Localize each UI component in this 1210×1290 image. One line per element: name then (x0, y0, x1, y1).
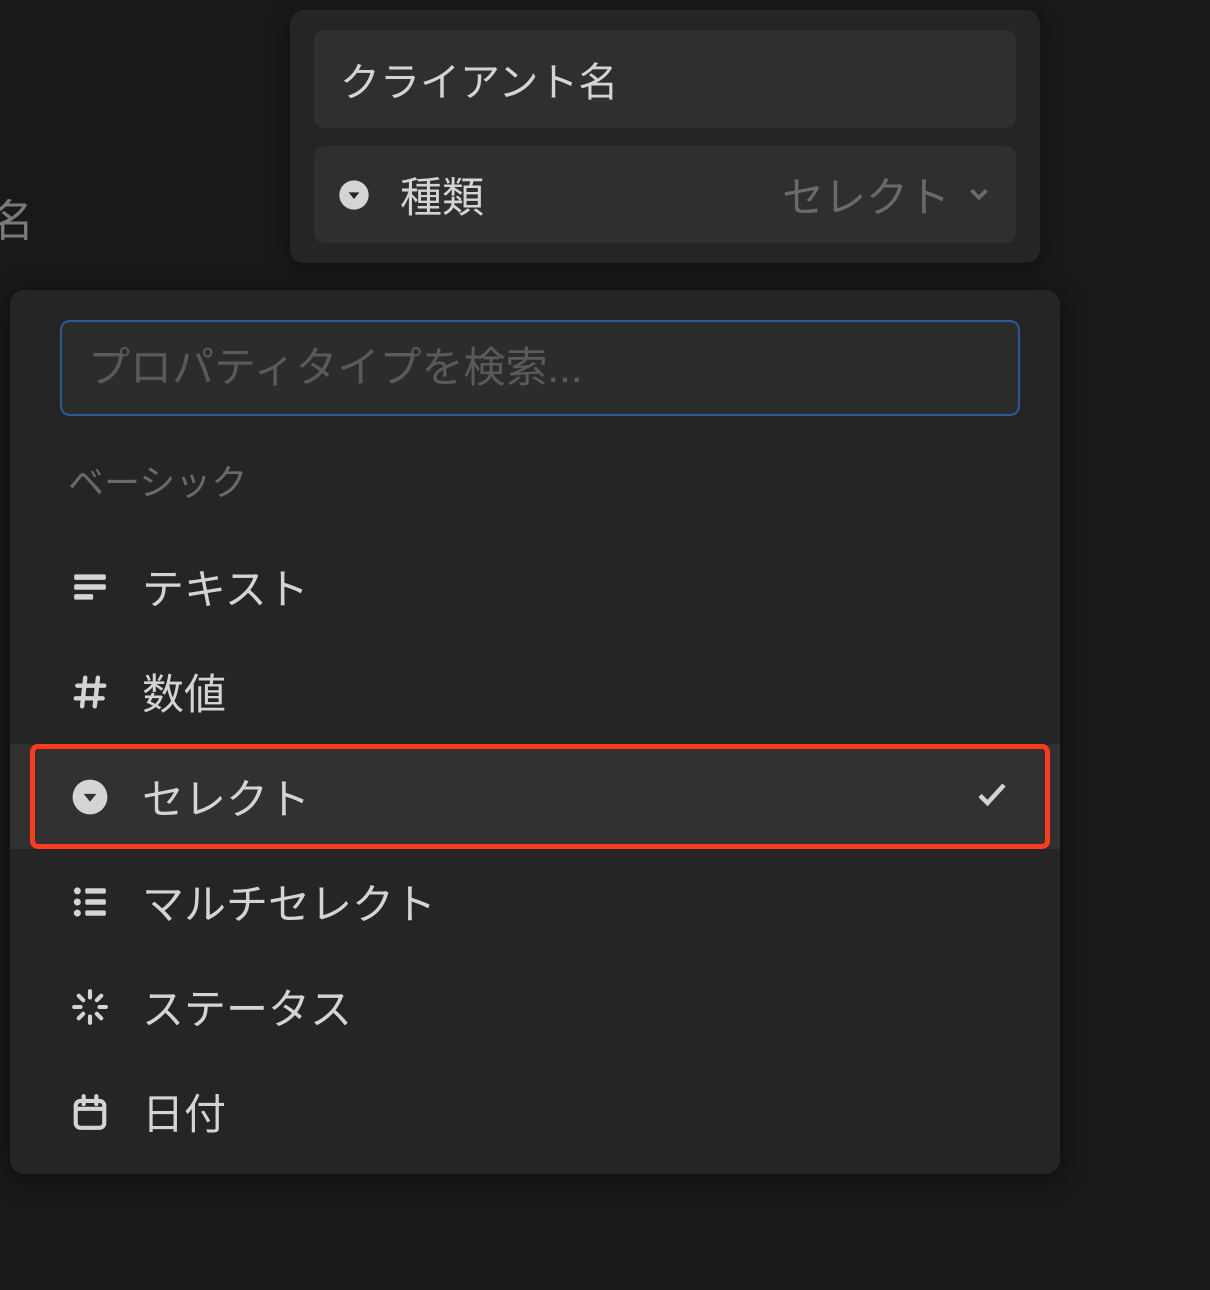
type-option-date[interactable]: 日付 (10, 1059, 1060, 1164)
text-icon (68, 565, 112, 609)
check-icon (974, 776, 1010, 817)
option-label: テキスト (142, 556, 1010, 617)
date-icon (68, 1090, 112, 1134)
type-option-status[interactable]: ステータス (10, 954, 1060, 1059)
type-label: 種類 (400, 164, 484, 225)
property-name-input[interactable]: クライアント名 (314, 30, 1016, 128)
type-option-number[interactable]: 数値 (10, 639, 1060, 744)
type-option-select[interactable]: セレクト (10, 744, 1060, 849)
status-icon (68, 985, 112, 1029)
option-label: 数値 (142, 661, 1010, 722)
property-type-value: セレクト (782, 164, 994, 225)
option-label: 日付 (142, 1081, 1010, 1142)
chevron-down-icon (964, 171, 994, 219)
multiselect-icon (68, 880, 112, 924)
property-type-row[interactable]: 種類 セレクト (314, 146, 1016, 243)
property-type-left: 種類 (336, 164, 484, 225)
type-option-list: テキスト 数値 セレクト (10, 534, 1060, 1164)
select-icon (68, 775, 112, 819)
type-search-input[interactable] (88, 344, 992, 392)
type-search-wrapper (60, 320, 1020, 416)
property-config-panel: クライアント名 種類 セレクト (290, 10, 1040, 263)
type-option-text[interactable]: テキスト (10, 534, 1060, 639)
option-label: セレクト (142, 766, 974, 827)
option-label: ステータス (142, 976, 1010, 1037)
background-text: 名 (0, 185, 34, 249)
select-icon (336, 177, 372, 213)
option-label: マルチセレクト (142, 871, 1010, 932)
section-label-basic: ベーシック (10, 454, 1060, 534)
number-icon (68, 670, 112, 714)
type-picker-panel: ベーシック テキスト 数値 セレクト (10, 290, 1060, 1174)
selected-type-text: セレクト (782, 164, 950, 225)
type-option-multiselect[interactable]: マルチセレクト (10, 849, 1060, 954)
